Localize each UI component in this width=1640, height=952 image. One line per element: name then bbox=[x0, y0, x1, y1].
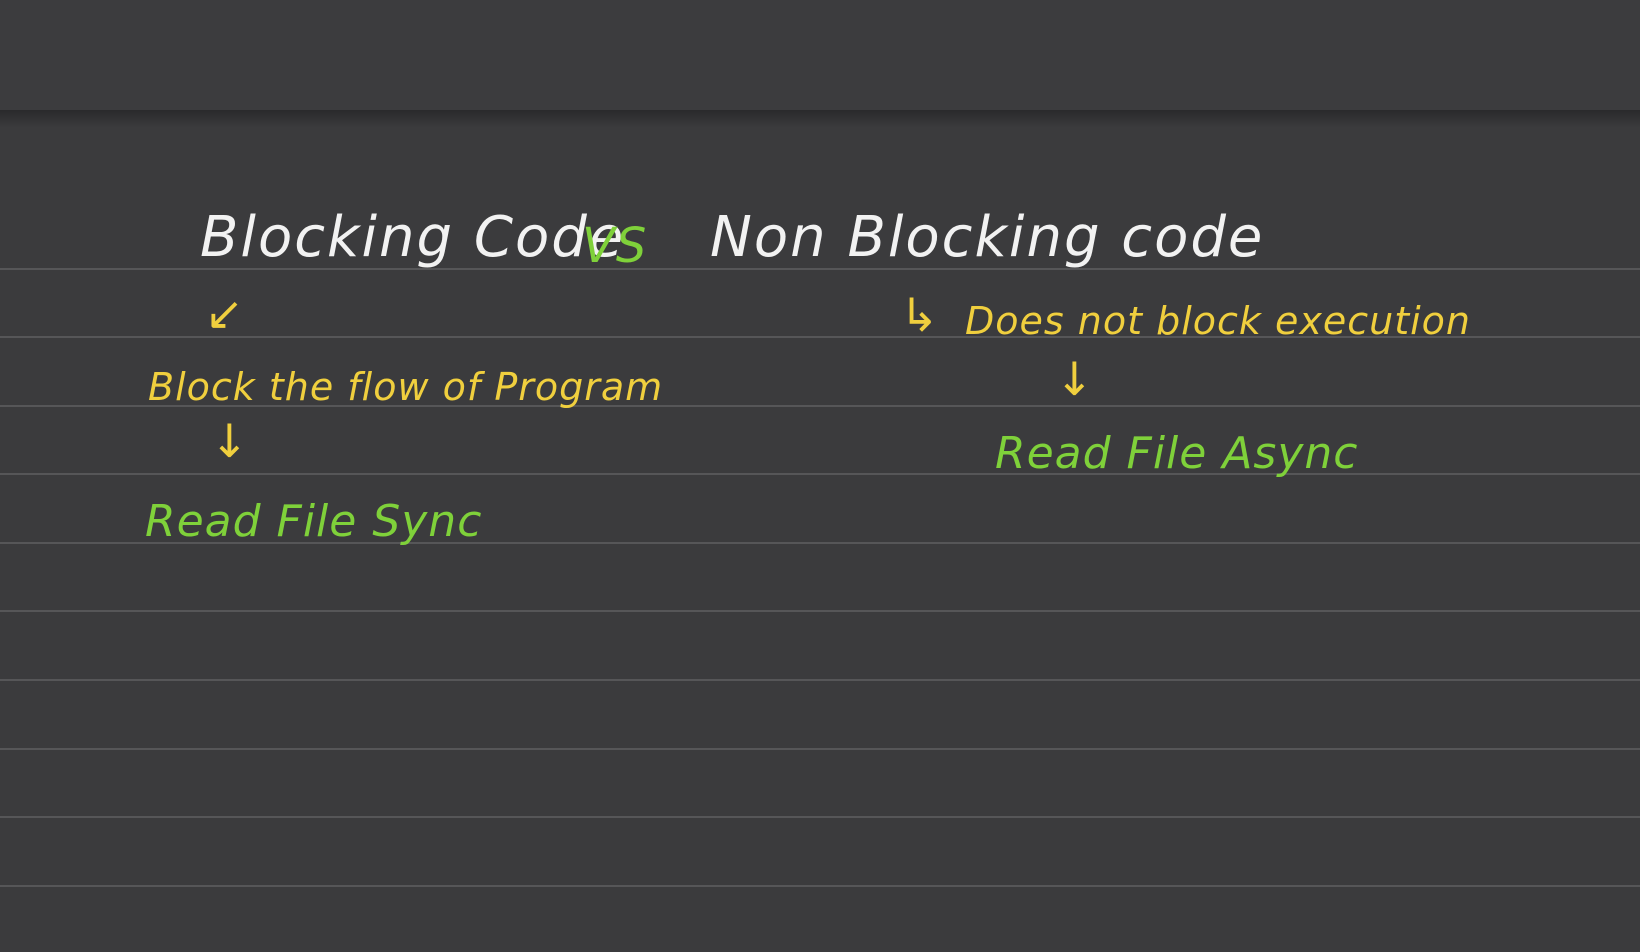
ruled-line bbox=[0, 816, 1640, 818]
arrow-down-icon: ↓ bbox=[1055, 352, 1095, 406]
arrow-down-icon: ↓ bbox=[210, 414, 250, 468]
heading-blocking-code: Blocking Code bbox=[200, 205, 626, 270]
heading-non-blocking-code: Non Blocking code bbox=[710, 205, 1265, 270]
arrow-turn-right-icon: ↳ bbox=[900, 288, 940, 342]
ruled-line bbox=[0, 885, 1640, 887]
heading-vs: VS bbox=[582, 218, 648, 274]
blocking-description: Block the flow of Program bbox=[148, 365, 664, 409]
toolbar-shadow bbox=[0, 110, 1640, 128]
non-blocking-description: Does not block execution bbox=[965, 299, 1471, 343]
blocking-example: Read File Sync bbox=[145, 496, 483, 547]
ruled-line bbox=[0, 679, 1640, 681]
notes-app-canvas: Blocking Code VS Non Blocking code ↙ Blo… bbox=[0, 0, 1640, 952]
arrow-down-left-icon: ↙ bbox=[205, 286, 245, 340]
non-blocking-example: Read File Async bbox=[995, 428, 1359, 479]
ruled-line bbox=[0, 610, 1640, 612]
ruled-line bbox=[0, 473, 1640, 475]
ruled-line bbox=[0, 748, 1640, 750]
toolbar-area bbox=[0, 0, 1640, 110]
